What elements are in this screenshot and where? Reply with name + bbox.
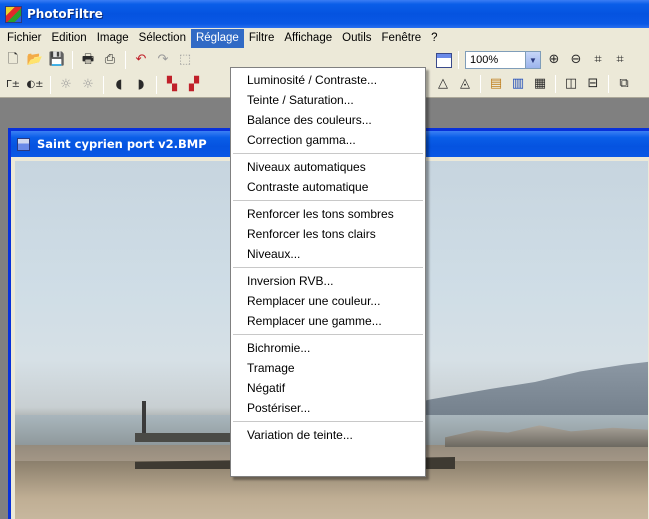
menu-item-bichromie[interactable]: Bichromie... bbox=[231, 338, 425, 358]
toolbar-separator bbox=[50, 75, 51, 94]
menu-item-renforcer-tons-sombres[interactable]: Renforcer les tons sombres bbox=[231, 204, 425, 224]
brightness-minus-icon[interactable]: ☼ bbox=[57, 76, 75, 94]
undo-icon[interactable]: ↶ bbox=[132, 51, 150, 69]
toolbar-separator bbox=[156, 75, 157, 94]
toolbar-separator bbox=[72, 51, 73, 69]
menu-item-niveaux[interactable]: Niveaux... bbox=[231, 244, 425, 264]
menu-item-contraste-automatique[interactable]: Contraste automatique bbox=[231, 177, 425, 197]
chevron-down-icon[interactable]: ▼ bbox=[525, 52, 540, 68]
toolbar-separator bbox=[103, 75, 104, 94]
redo-icon[interactable]: ↷ bbox=[154, 51, 172, 69]
selection-icon[interactable]: ⬚ bbox=[176, 51, 194, 69]
menu-item-teinte-saturation[interactable]: Teinte / Saturation... bbox=[231, 90, 425, 110]
menu-edition[interactable]: Edition bbox=[47, 29, 92, 48]
photo-lighthouse bbox=[142, 401, 146, 435]
menu-bar: Fichier Edition Image Sélection Réglage … bbox=[0, 28, 649, 48]
menu-affichage[interactable]: Affichage bbox=[279, 29, 337, 48]
fit-window-icon[interactable]: ⌗ bbox=[589, 51, 607, 69]
menu-fichier[interactable]: Fichier bbox=[2, 29, 47, 48]
zoom-value: 100% bbox=[470, 54, 499, 66]
actual-size-icon[interactable]: ⌗ bbox=[611, 51, 629, 69]
app-title: PhotoFiltre bbox=[27, 7, 103, 21]
color-adjust-icon[interactable]: ▤ bbox=[487, 75, 505, 93]
menu-item-posteriser[interactable]: Postériser... bbox=[231, 398, 425, 418]
menu-item-correction-gamma[interactable]: Correction gamma... bbox=[231, 130, 425, 150]
toolbar-separator bbox=[480, 75, 481, 93]
menu-selection[interactable]: Sélection bbox=[134, 29, 191, 48]
zoom-out-icon[interactable]: ⊖ bbox=[567, 51, 585, 69]
menu-item-renforcer-tons-clairs[interactable]: Renforcer les tons clairs bbox=[231, 224, 425, 244]
document-title: Saint cyprien port v2.BMP bbox=[37, 137, 207, 151]
menu-item-inversion-rvb[interactable]: Inversion RVB... bbox=[231, 271, 425, 291]
photofiltre-app-icon bbox=[5, 5, 22, 23]
menu-outils[interactable]: Outils bbox=[337, 29, 376, 48]
sharpen-icon[interactable]: ◬ bbox=[456, 75, 474, 93]
menu-filtre[interactable]: Filtre bbox=[244, 29, 280, 48]
menu-separator bbox=[231, 150, 425, 157]
gradient-icon[interactable]: ▥ bbox=[509, 75, 527, 93]
blur-icon[interactable]: △ bbox=[434, 75, 452, 93]
menu-item-balance-couleurs[interactable]: Balance des couleurs... bbox=[231, 110, 425, 130]
app-title-bar[interactable]: PhotoFiltre bbox=[0, 0, 649, 28]
rotate-icon[interactable]: ⊟ bbox=[584, 75, 602, 93]
menu-item-luminosite-contraste[interactable]: Luminosité / Contraste... bbox=[231, 70, 425, 90]
toolbar-separator bbox=[555, 75, 556, 93]
menu-reglage[interactable]: Réglage bbox=[190, 28, 244, 48]
print-icon[interactable]: 🖶 bbox=[79, 51, 97, 69]
menu-separator bbox=[231, 418, 425, 425]
menu-item-variation-teinte[interactable]: Variation de teinte... bbox=[231, 425, 425, 445]
menu-fenetre[interactable]: Fenêtre bbox=[377, 29, 427, 48]
menu-item-niveaux-automatiques[interactable]: Niveaux automatiques bbox=[231, 157, 425, 177]
zoom-tools: 100% ▼ ⊕ ⊖ ⌗ ⌗ bbox=[436, 48, 629, 72]
toolbar-separator bbox=[458, 51, 459, 69]
zoom-select[interactable]: 100% ▼ bbox=[465, 51, 541, 69]
menu-separator bbox=[231, 264, 425, 271]
zoom-in-icon[interactable]: ⊕ bbox=[545, 51, 563, 69]
contrast-plus-icon[interactable]: ◗ bbox=[132, 76, 150, 94]
save-icon[interactable]: 💾 bbox=[48, 51, 66, 69]
open-folder-icon[interactable]: 📂 bbox=[26, 51, 44, 69]
window-icon[interactable] bbox=[436, 52, 452, 68]
saturation-plus-icon[interactable]: ▞ bbox=[185, 76, 203, 94]
resize-icon[interactable]: ⧉ bbox=[615, 75, 633, 93]
new-file-icon[interactable]: 🗋 bbox=[4, 51, 22, 69]
reglage-dropdown-menu: Luminosité / Contraste... Teinte / Satur… bbox=[230, 67, 426, 477]
menu-separator bbox=[231, 197, 425, 204]
menu-item-remplacer-couleur[interactable]: Remplacer une couleur... bbox=[231, 291, 425, 311]
auto-levels-icon[interactable]: Γ± bbox=[4, 76, 22, 94]
document-icon bbox=[17, 137, 30, 151]
menu-separator bbox=[231, 331, 425, 338]
menu-item-tramage[interactable]: Tramage bbox=[231, 358, 425, 378]
menu-image[interactable]: Image bbox=[92, 29, 134, 48]
auto-contrast-icon[interactable]: ◐± bbox=[26, 76, 44, 94]
scanner-icon[interactable]: ⎙ bbox=[101, 51, 119, 69]
brightness-plus-icon[interactable]: ☼ bbox=[79, 76, 97, 94]
menu-help[interactable]: ? bbox=[426, 29, 442, 48]
menu-item-negatif[interactable]: Négatif bbox=[231, 378, 425, 398]
effects-tools: △ ◬ ▤ ▥ ▦ ◫ ⊟ ⧉ bbox=[434, 72, 633, 96]
contrast-minus-icon[interactable]: ◖ bbox=[110, 76, 128, 94]
flip-icon[interactable]: ◫ bbox=[562, 75, 580, 93]
menu-item-remplacer-gamme[interactable]: Remplacer une gamme... bbox=[231, 311, 425, 331]
toolbar-separator bbox=[608, 75, 609, 93]
transform-icon[interactable]: ▦ bbox=[531, 75, 549, 93]
toolbar-separator bbox=[125, 51, 126, 69]
saturation-minus-icon[interactable]: ▚ bbox=[163, 76, 181, 94]
